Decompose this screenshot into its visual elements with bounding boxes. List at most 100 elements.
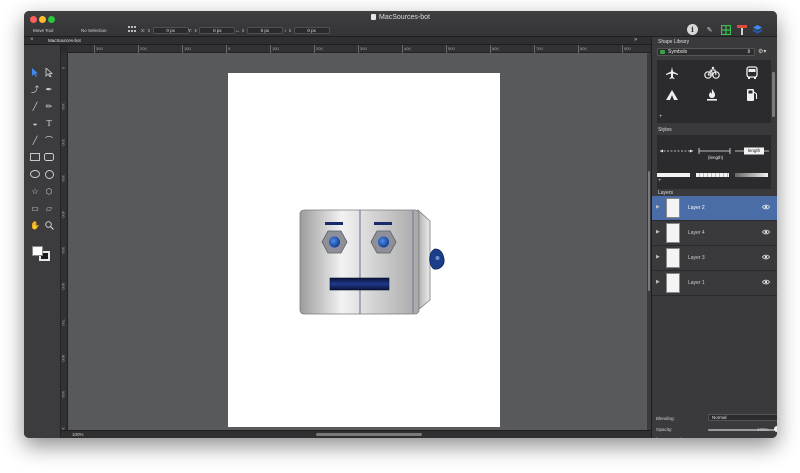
close-tab-icon[interactable]: × (30, 37, 34, 43)
add-style-icon[interactable]: + (658, 178, 662, 184)
symbols-dropdown[interactable]: Symbols ⇕ (657, 48, 755, 56)
zoom-level-select[interactable]: 100% (72, 432, 84, 437)
horizontal-scroll-thumb[interactable] (316, 433, 422, 436)
bicycle-icon[interactable] (702, 63, 722, 83)
symbols-grid: + (657, 60, 771, 123)
bezier-tool-icon[interactable]: ⤴ (29, 83, 41, 95)
zoom-tool-icon[interactable] (43, 219, 55, 231)
width-icon: ↔ (235, 27, 240, 33)
robot-mouth (329, 277, 390, 291)
layer-thumbnail (666, 273, 680, 293)
robot-right-eye (378, 236, 389, 248)
visibility-eye-icon[interactable] (762, 254, 770, 260)
brush-tool-icon[interactable]: ╱ (29, 100, 41, 112)
parallelogram-tool-icon[interactable]: ▱ (43, 202, 55, 214)
fill-color-swatch[interactable] (32, 246, 43, 256)
style-solid-fill[interactable] (657, 173, 690, 177)
ruler-tick-label: 700 (61, 319, 66, 326)
move-tool-icon[interactable] (29, 66, 41, 78)
remove-layer-icon[interactable]: − (666, 437, 670, 438)
layers-stack-icon[interactable] (752, 24, 763, 35)
symbols-scrollbar[interactable] (772, 72, 775, 117)
ruler-tick (138, 45, 139, 53)
vertical-ruler: 01002003004005006007008009001000 (61, 53, 68, 436)
ruler-tick-label: 0 (228, 46, 231, 51)
robot-left-eye (329, 236, 340, 248)
layer-options-icon[interactable]: ⚙▾ (678, 437, 686, 438)
rectangle-tool-icon[interactable] (29, 151, 41, 163)
rounded-rectangle-tool-icon[interactable] (43, 151, 55, 163)
disclosure-triangle-icon[interactable]: ▶ (656, 279, 660, 285)
camping-icon[interactable] (662, 85, 682, 105)
text-box-tool-icon[interactable]: ▭ (29, 202, 41, 214)
airplane-icon[interactable] (662, 63, 682, 83)
ruler-tick-label: 600 (61, 283, 66, 290)
add-layer-icon[interactable]: + (655, 437, 659, 438)
canvas-area[interactable] (68, 53, 647, 430)
disclosure-triangle-icon[interactable]: ▶ (656, 254, 660, 260)
curve-tool-icon[interactable]: ⌒ (43, 134, 55, 146)
ruler-tick (402, 45, 403, 53)
visibility-eye-icon[interactable] (762, 229, 770, 235)
width-field: ↔ ⇕ 0 px (235, 26, 283, 34)
layout-grid-icon[interactable] (720, 24, 731, 35)
text-style-icon[interactable] (736, 24, 747, 35)
x-input[interactable]: 0 px (152, 26, 189, 34)
document-tab[interactable]: MacSources-bot (48, 38, 81, 43)
robot-right-eyebrow (374, 222, 392, 225)
width-input[interactable]: 0 px (246, 26, 283, 34)
visibility-eye-icon[interactable] (762, 279, 770, 285)
direct-select-tool-icon[interactable] (43, 66, 55, 78)
polygon-tool-icon[interactable]: ⬡ (43, 185, 55, 197)
pen-tool-icon[interactable]: ✒ (43, 83, 55, 95)
disclosure-triangle-icon[interactable]: ▶ (656, 204, 660, 210)
bus-icon[interactable] (742, 63, 762, 83)
layer-row[interactable]: ▶ Layer 4 (652, 221, 777, 246)
blending-mode-select[interactable]: Normal ⇕ (708, 414, 777, 421)
ruler-tick (94, 45, 95, 53)
layer-row[interactable]: ▶ Layer 2 (652, 196, 777, 221)
ruler-tick-label: 600 (492, 46, 499, 51)
text-tool-icon[interactable]: T (43, 117, 55, 129)
robot-drawing[interactable] (228, 73, 500, 427)
height-input[interactable]: 0 px (293, 26, 330, 34)
ruler-tick (226, 45, 227, 53)
layer-name: Layer 2 (688, 205, 705, 211)
height-icon: ↕ (284, 27, 287, 33)
pencil-tool-icon[interactable]: ✏ (43, 100, 55, 112)
campfire-icon[interactable] (702, 85, 722, 105)
tab-overflow-icon[interactable]: » (634, 37, 637, 43)
styles-grid: (length) length + (657, 135, 771, 189)
y-input[interactable]: 0 px (199, 26, 236, 34)
height-field: ↕ ⇕ 0 px (284, 26, 330, 34)
artboard-page[interactable] (228, 73, 500, 427)
app-window: MacSources-bot Move Tool No Selection X:… (24, 11, 777, 438)
hand-tool-icon[interactable]: ✋ (29, 219, 41, 231)
ruler-tick-label: 400 (404, 46, 411, 51)
x-field: X: ⇕ 0 px (141, 26, 189, 34)
style-gradient-fill[interactable] (735, 173, 768, 177)
layer-row[interactable]: ▶ Layer 1 (652, 271, 777, 296)
opacity-slider-knob[interactable] (774, 426, 777, 432)
vertical-scroll-thumb[interactable] (648, 171, 650, 291)
ruler-tick (314, 45, 315, 53)
status-bar: 100% (61, 430, 651, 438)
line-tool-icon[interactable]: ╱ (29, 134, 41, 146)
gear-icon[interactable]: ⚙▾ (758, 48, 766, 55)
ruler-tick (622, 45, 623, 53)
ellipse-tool-icon[interactable] (29, 168, 41, 180)
eraser-tool-icon[interactable]: ◒ (29, 117, 41, 129)
style-pattern-fill[interactable] (696, 173, 729, 177)
title-bar: MacSources-bot Move Tool No Selection X:… (24, 11, 777, 37)
layer-thumbnail (666, 223, 680, 243)
add-symbol-icon[interactable]: + (659, 114, 663, 120)
align-grid-icon[interactable] (128, 26, 136, 33)
info-icon[interactable]: i (687, 24, 698, 35)
visibility-eye-icon[interactable] (762, 204, 770, 210)
layer-row[interactable]: ▶ Layer 3 (652, 246, 777, 271)
circle-tool-icon[interactable] (43, 168, 55, 180)
gas-station-icon[interactable] (742, 85, 762, 105)
star-tool-icon[interactable]: ☆ (29, 185, 41, 197)
pencil-icon[interactable]: ✎ (704, 24, 715, 35)
disclosure-triangle-icon[interactable]: ▶ (656, 229, 660, 235)
